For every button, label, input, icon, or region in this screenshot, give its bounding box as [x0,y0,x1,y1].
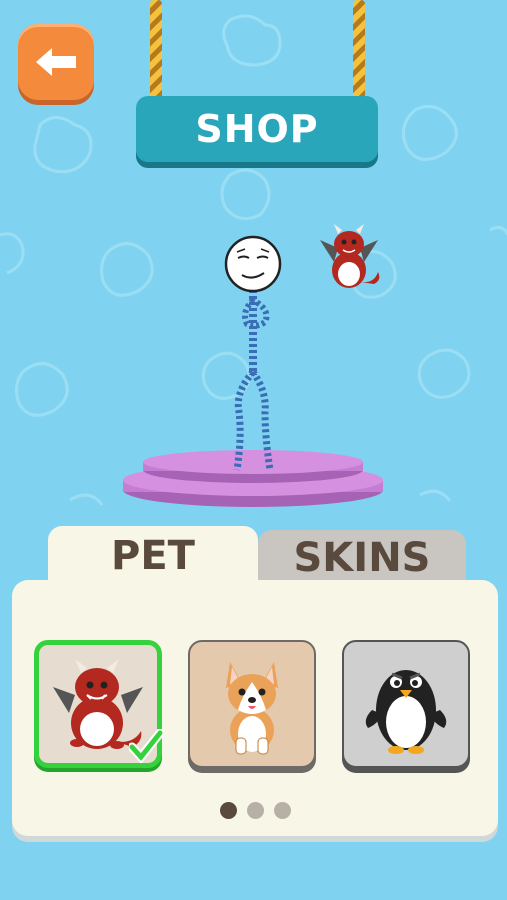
corgi-icon [226,662,278,755]
checkmark-icon [129,729,163,763]
pet-item-dragon[interactable] [34,640,163,768]
tab-pet-label: PET [111,533,195,579]
penguin-icon [365,670,447,754]
pet-item-penguin[interactable] [342,640,470,768]
pet-item-corgi[interactable] [188,640,316,768]
page-dot-3[interactable] [274,802,291,819]
tab-skins-label: SKINS [293,535,431,581]
tab-skins[interactable]: SKINS [258,530,466,586]
podium [123,450,383,507]
tab-pet[interactable]: PET [48,526,258,586]
page-dot-1-active[interactable] [220,802,237,819]
shop-tabs: SKINS PET [48,526,466,586]
dragon-pet-companion [320,224,380,288]
shop-screen: SHOP SKINS PET [0,0,507,900]
pagination-dots [220,802,300,820]
character-stage [123,224,383,507]
stick-character [224,235,282,471]
page-dot-2[interactable] [247,802,264,819]
pet-list-panel [12,580,498,836]
